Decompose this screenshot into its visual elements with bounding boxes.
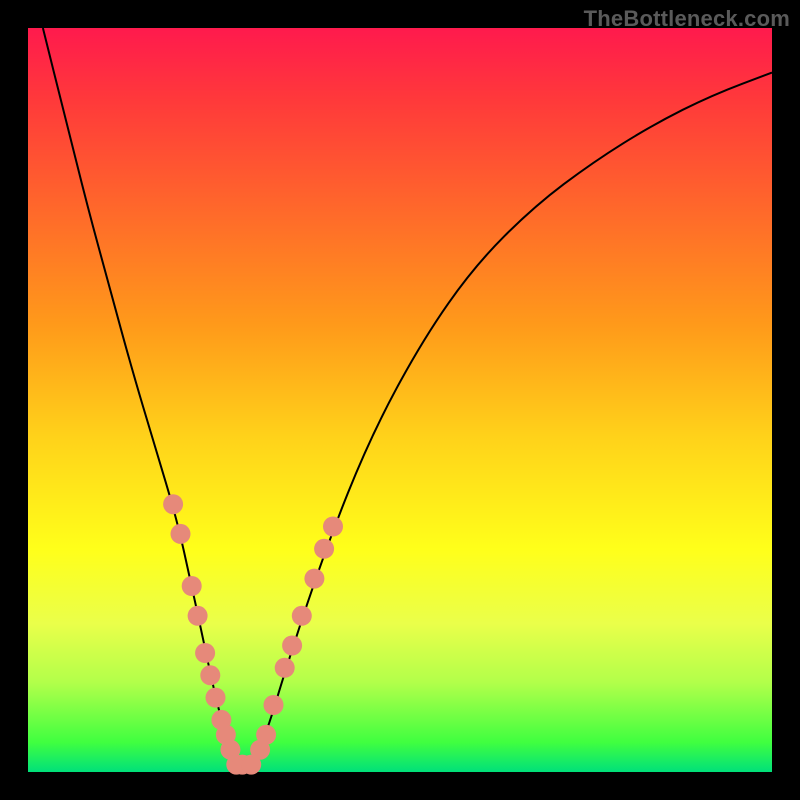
- sample-dot: [195, 643, 215, 663]
- sample-dot: [256, 725, 276, 745]
- sample-dot: [171, 524, 191, 544]
- bottleneck-curve: [43, 28, 772, 765]
- sample-dot: [264, 695, 284, 715]
- sample-dot: [188, 606, 208, 626]
- sample-dot: [304, 569, 324, 589]
- sample-dot: [275, 658, 295, 678]
- sample-dot: [314, 539, 334, 559]
- chart-container: TheBottleneck.com: [0, 0, 800, 800]
- sample-dot: [206, 688, 226, 708]
- sample-dot: [282, 636, 302, 656]
- chart-overlay: [28, 28, 772, 772]
- sample-dot: [182, 576, 202, 596]
- sample-dots-group: [163, 494, 343, 774]
- sample-dot: [200, 665, 220, 685]
- sample-dot: [323, 517, 343, 537]
- sample-dot: [163, 494, 183, 514]
- sample-dot: [292, 606, 312, 626]
